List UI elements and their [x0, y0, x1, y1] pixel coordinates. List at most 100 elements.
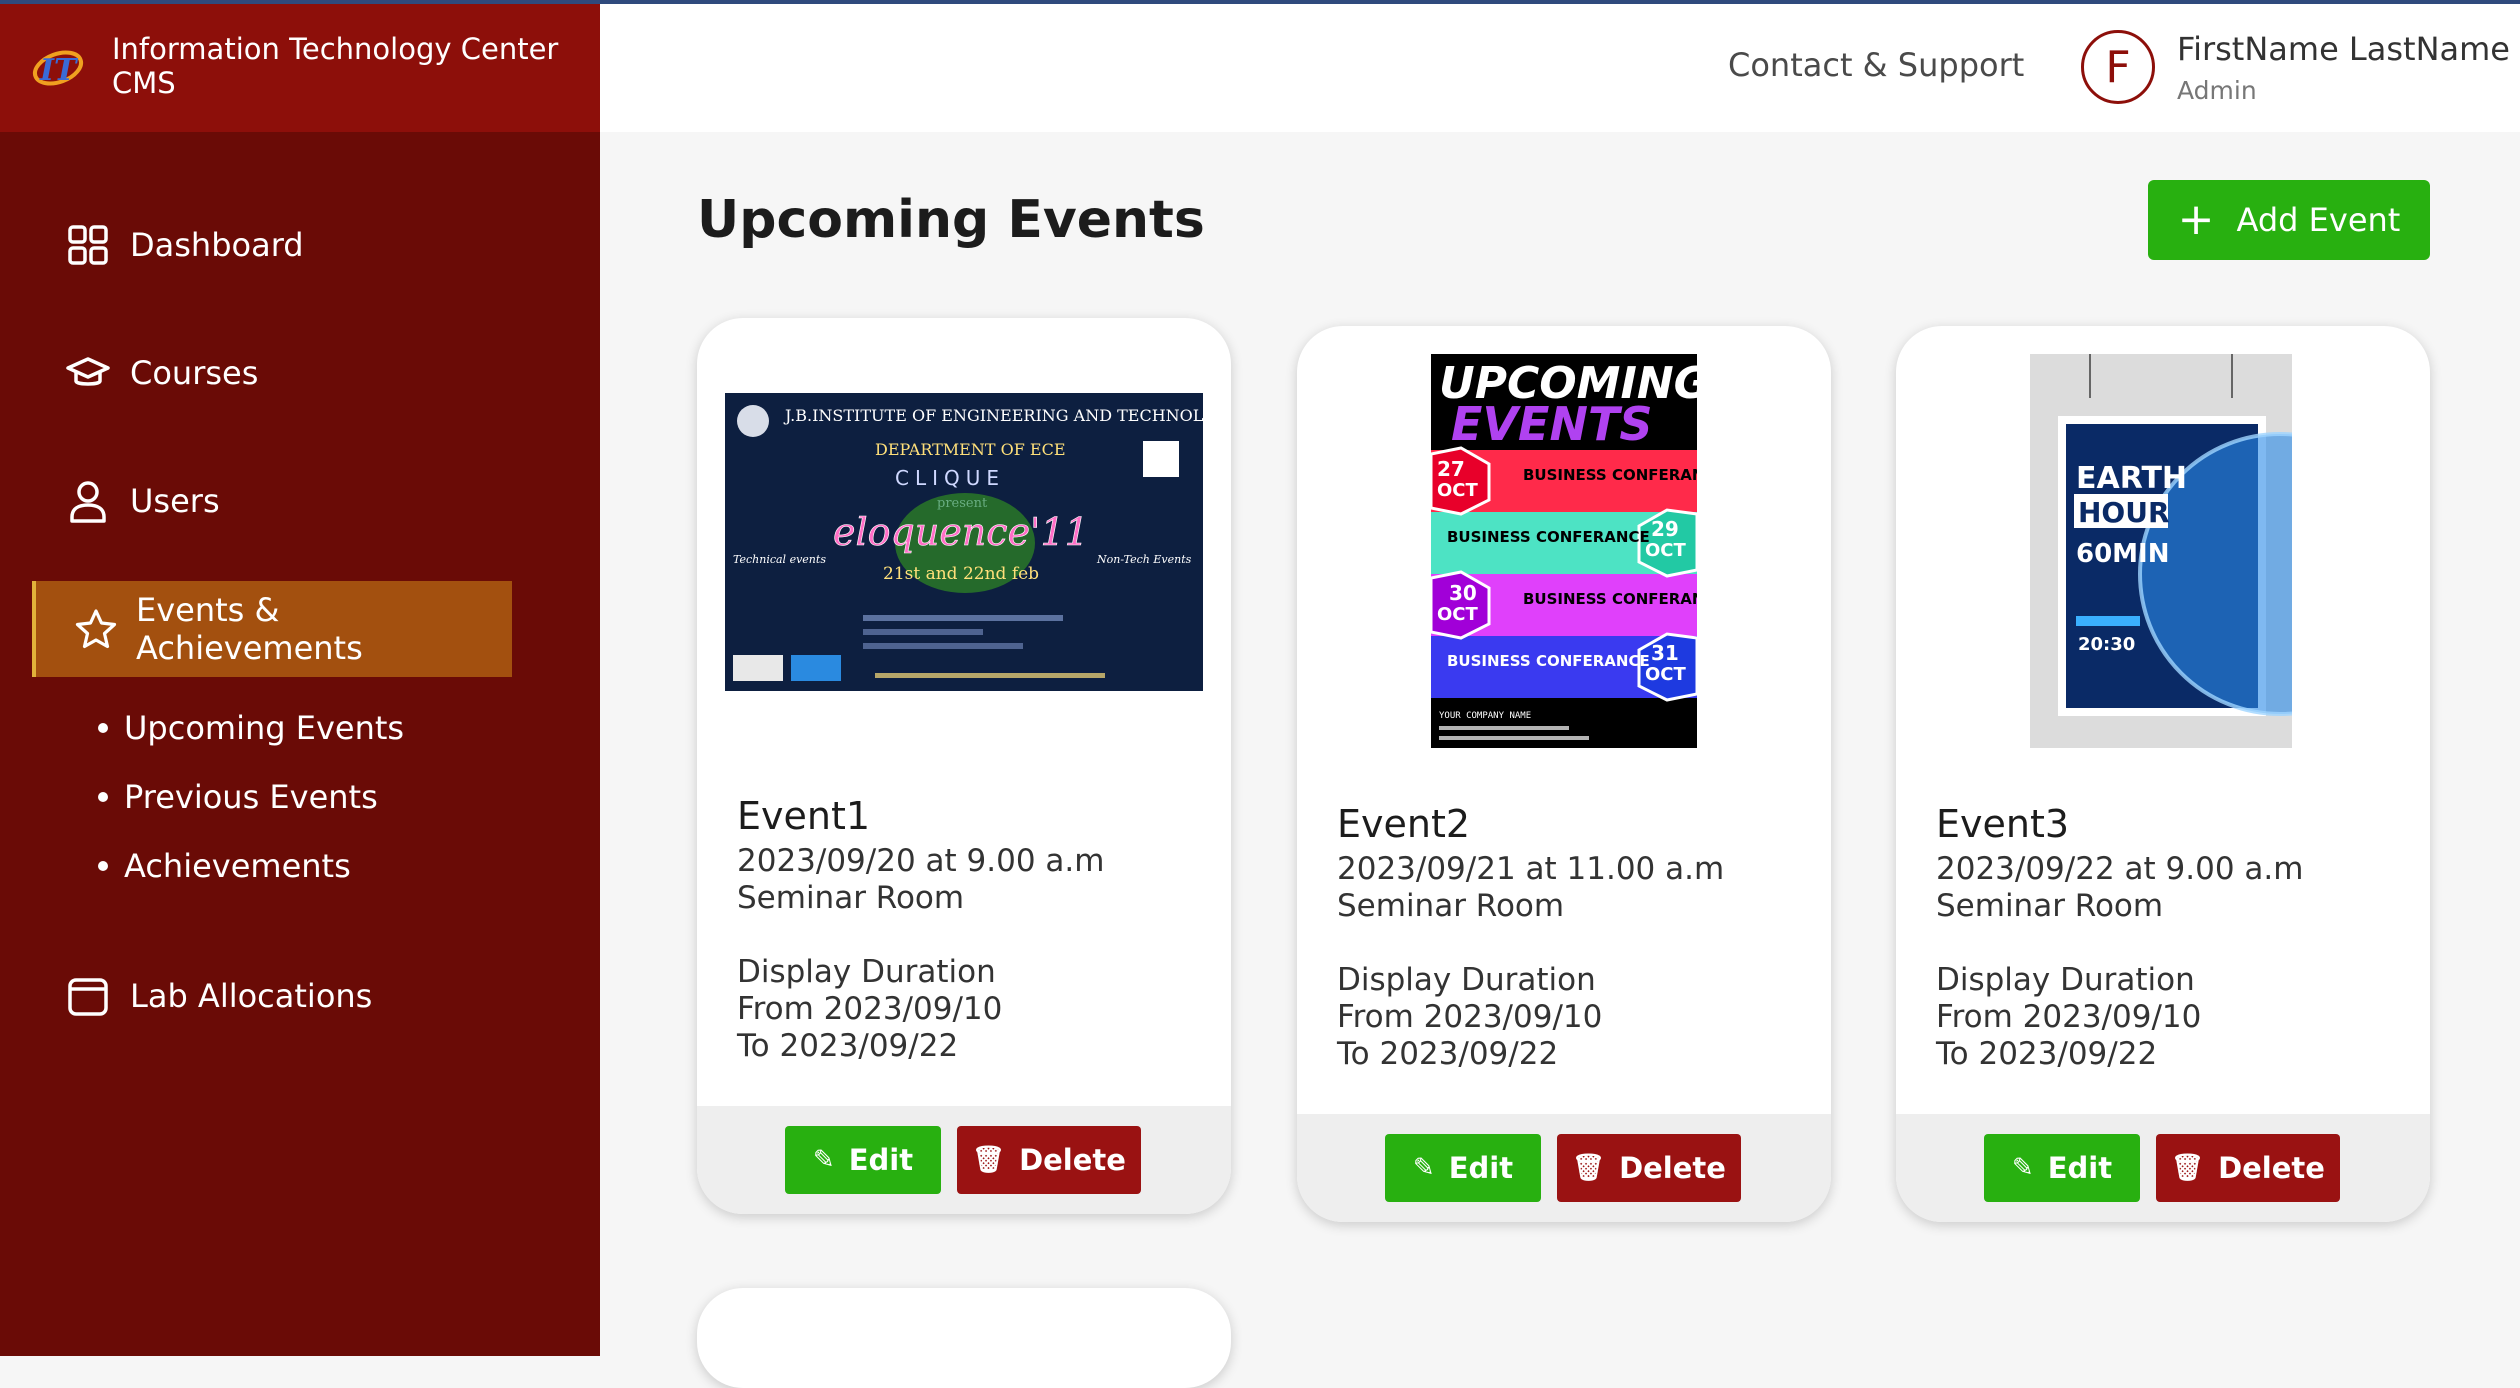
sidebar-item-label: Users [130, 482, 220, 520]
edit-button[interactable]: ✎ Edit [785, 1126, 941, 1194]
contact-support-link[interactable]: Contact & Support [1728, 46, 2024, 84]
subnav-label: Previous Events [124, 777, 378, 816]
sidebar-item-lab-allocations[interactable]: Lab Allocations [0, 948, 600, 1044]
delete-button[interactable]: 🗑 Delete [957, 1126, 1141, 1194]
trash-icon: 🗑 [972, 1145, 1006, 1175]
event-details: 2023/09/20 at 9.00 a.m Seminar Room Disp… [737, 843, 1104, 1065]
poster-dates-text: 21st and 22nd feb [883, 564, 1039, 584]
edit-button[interactable]: ✎ Edit [1984, 1134, 2140, 1202]
poster-dept-text: DEPARTMENT OF ECE [875, 440, 1066, 459]
display-to: To 2023/09/22 [1936, 1036, 2158, 1072]
star-icon [75, 609, 117, 649]
brand-title: Information Technology Center CMS [112, 32, 558, 100]
graduation-cap-icon [66, 357, 110, 386]
poster-row4-day: 31 [1651, 641, 1679, 665]
sidebar-item-users[interactable]: Users [0, 453, 600, 549]
subnav-label: Upcoming Events [124, 708, 405, 747]
subnav-label: Achievements [124, 846, 351, 885]
brand-header[interactable]: IT Information Technology Center CMS [0, 0, 600, 132]
pencil-icon: ✎ [812, 1145, 835, 1175]
poster-tech-text: Technical events [733, 553, 826, 566]
event-venue: Seminar Room [1337, 888, 1565, 924]
avatar[interactable]: F [2081, 30, 2155, 104]
display-to: To 2023/09/22 [1337, 1036, 1559, 1072]
sidebar-item-dashboard[interactable]: Dashboard [0, 197, 600, 293]
edit-label: Edit [848, 1143, 914, 1177]
delete-label: Delete [1019, 1143, 1126, 1177]
event-datetime: 2023/09/20 at 9.00 a.m [737, 843, 1105, 879]
poster-footer-text: YOUR COMPANY NAME [1439, 711, 1531, 721]
poster-row1-title: BUSINESS CONFERANCE [1523, 466, 1697, 484]
poster-time: 20:30 [2078, 634, 2135, 655]
delete-label: Delete [2218, 1151, 2325, 1185]
edit-button[interactable]: ✎ Edit [1385, 1134, 1541, 1202]
poster-row2-day: 29 [1651, 517, 1679, 541]
add-event-label: Add Event [2236, 201, 2401, 239]
event-datetime: 2023/09/21 at 11.00 a.m [1337, 851, 1725, 887]
poster-row4-title: BUSINESS CONFERANCE [1447, 652, 1650, 670]
user-icon [70, 481, 106, 523]
subnav-item-upcoming-events[interactable]: Upcoming Events [98, 693, 404, 762]
poster-row3-day: 30 [1449, 581, 1477, 605]
calendar-icon [68, 978, 108, 1016]
event-card-3: EARTH HOUR 60MIN 20:30 Event3 2023/09/22… [1896, 326, 2430, 1222]
events-subnav: Upcoming Events Previous Events Achievem… [98, 693, 404, 900]
display-from: From 2023/09/10 [1337, 999, 1603, 1035]
card-footer: ✎ Edit 🗑 Delete [1297, 1114, 1831, 1222]
event3-poster-image: EARTH HOUR 60MIN 20:30 [2030, 354, 2292, 748]
event-details: 2023/09/22 at 9.00 a.m Seminar Room Disp… [1936, 851, 2303, 1073]
poster-row1-month: OCT [1437, 480, 1479, 501]
poster-nontech-text: Non-Tech Events [1096, 553, 1192, 566]
top-header: Contact & Support F FirstName LastName A… [600, 4, 2520, 132]
sidebar-item-courses[interactable]: Courses [0, 325, 600, 421]
sidebar-item-label: Lab Allocations [130, 977, 373, 1015]
add-event-button[interactable]: + Add Event [2148, 180, 2430, 260]
user-name[interactable]: FirstName LastName [2177, 30, 2510, 68]
card-footer: ✎ Edit 🗑 Delete [1896, 1114, 2430, 1222]
event-name: Event1 [737, 794, 871, 838]
svg-text:IT: IT [39, 53, 79, 88]
brand-title-line1: Information Technology Center [112, 32, 559, 66]
edit-label: Edit [2047, 1151, 2113, 1185]
delete-button[interactable]: 🗑 Delete [2156, 1134, 2340, 1202]
event-venue: Seminar Room [737, 880, 965, 916]
display-to: To 2023/09/22 [737, 1028, 959, 1064]
bullet-icon [98, 722, 108, 733]
poster-row4-month: OCT [1645, 664, 1687, 685]
delete-button[interactable]: 🗑 Delete [1557, 1134, 1741, 1202]
sidebar-item-label: Courses [130, 354, 259, 392]
user-role: Admin [2177, 76, 2257, 105]
poster-line3: 60MIN [2076, 539, 2170, 569]
subnav-item-previous-events[interactable]: Previous Events [98, 762, 404, 831]
poster-event-title: eloquence'11 [833, 510, 1089, 554]
display-duration-label: Display Duration [1936, 962, 2195, 998]
event2-poster-image: UPCOMING EVENTS 27 OCT BUSINESS CONFERAN… [1431, 354, 1697, 748]
poster-club-text: CLIQUE [895, 466, 1005, 490]
subnav-item-achievements[interactable]: Achievements [98, 831, 404, 900]
display-from: From 2023/09/10 [737, 991, 1003, 1027]
card-footer: ✎ Edit 🗑 Delete [697, 1106, 1231, 1214]
event-venue: Seminar Room [1936, 888, 2164, 924]
poster-row2-title: BUSINESS CONFERANCE [1447, 528, 1650, 546]
page-title: Upcoming Events [697, 190, 1205, 250]
poster-institute-text: J.B.INSTITUTE OF ENGINEERING AND TECHNOL… [783, 406, 1203, 425]
event-details: 2023/09/21 at 11.00 a.m Seminar Room Dis… [1337, 851, 1724, 1073]
pencil-icon: ✎ [1412, 1153, 1435, 1183]
sidebar-item-events-achievements[interactable]: Events & Achievements [32, 581, 512, 677]
display-duration-label: Display Duration [737, 954, 996, 990]
event1-poster-image: J.B.INSTITUTE OF ENGINEERING AND TECHNOL… [725, 393, 1203, 691]
sidebar-item-label: Events & Achievements [136, 591, 363, 667]
display-duration-label: Display Duration [1337, 962, 1596, 998]
sidebar: IT Information Technology Center CMS Das… [0, 0, 600, 1356]
delete-label: Delete [1619, 1151, 1726, 1185]
event-card-2: UPCOMING EVENTS 27 OCT BUSINESS CONFERAN… [1297, 326, 1831, 1222]
plus-icon: + [2177, 194, 2215, 245]
event-name: Event2 [1337, 802, 1471, 846]
poster-row2-month: OCT [1645, 540, 1687, 561]
itc-logo-icon: IT [30, 38, 86, 94]
poster-row1-day: 27 [1437, 457, 1465, 481]
bullet-icon [98, 860, 108, 871]
sidebar-item-label: Dashboard [130, 226, 304, 264]
poster-row3-month: OCT [1437, 604, 1479, 625]
trash-icon: 🗑 [1572, 1153, 1606, 1183]
